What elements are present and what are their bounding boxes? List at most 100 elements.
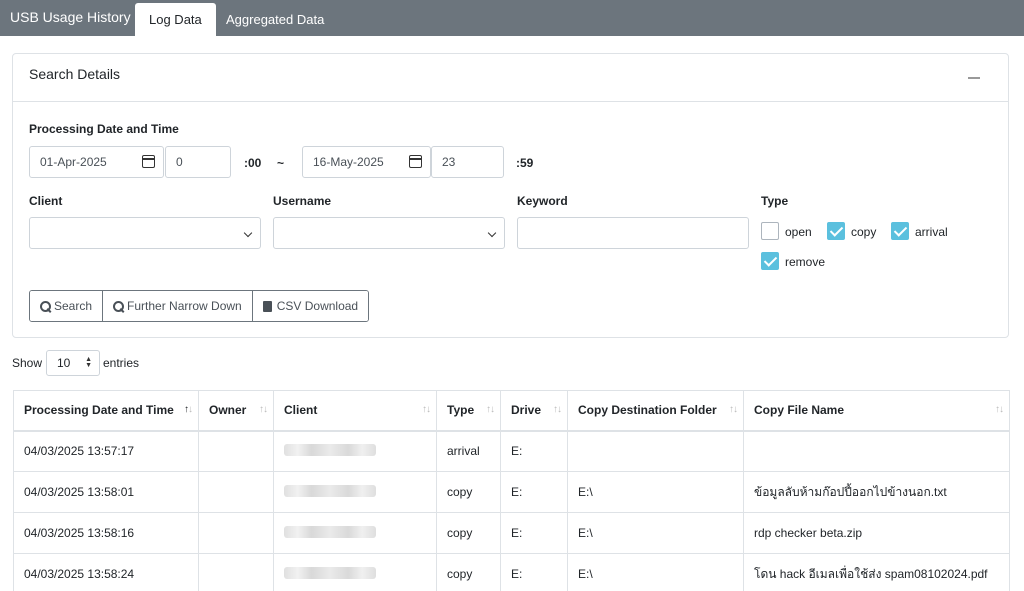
- sort-icon: ↑↓: [553, 404, 562, 415]
- updown-icon: ▲ ▼: [85, 356, 92, 369]
- cell-type: copy: [436, 471, 501, 513]
- cell-drive: E:: [500, 471, 568, 513]
- narrow-down-button[interactable]: Further Narrow Down: [103, 291, 253, 321]
- type-copy-label: copy: [851, 225, 877, 239]
- entries-select[interactable]: 10 ▲ ▼: [46, 350, 100, 376]
- cell-file: rdp checker beta.zip: [743, 512, 1010, 554]
- sort-icon: ↑↓: [729, 404, 738, 415]
- cell-file: โดน hack อีเมลเพื่อใช้ส่ง spam08102024.p…: [743, 553, 1010, 591]
- type-open-checkbox[interactable]: [761, 222, 779, 240]
- sort-icon: ↑↓: [422, 404, 431, 415]
- col-label: Drive: [511, 403, 542, 418]
- type-arrival-label: arrival: [915, 225, 948, 239]
- date-label: Processing Date and Time: [29, 122, 179, 136]
- type-copy-checkbox[interactable]: [827, 222, 845, 240]
- entries-label: entries: [103, 356, 140, 370]
- username-select[interactable]: [273, 217, 505, 249]
- tab-log-data[interactable]: Log Data: [135, 3, 216, 36]
- type-open-label: open: [785, 225, 812, 239]
- cell-type: copy: [436, 553, 501, 591]
- col-client[interactable]: Client ↑↓: [273, 390, 437, 432]
- csv-download-button[interactable]: CSV Download: [252, 291, 369, 321]
- table-header-row: Processing Date and Time ↑↓ Owner ↑↓ Clien…: [13, 390, 1010, 432]
- col-type[interactable]: Type ↑↓: [436, 390, 501, 432]
- cell-owner: [198, 553, 274, 591]
- col-label: Copy Destination Folder: [578, 403, 717, 418]
- sort-icon: ↑↓: [995, 404, 1004, 415]
- username-label: Username: [273, 194, 332, 208]
- card-title: Search Details: [29, 66, 121, 82]
- search-button-label: Search: [54, 299, 93, 313]
- cell-type: arrival: [436, 430, 501, 472]
- cell-folder: E:\: [567, 471, 744, 513]
- zoom-plus-icon: [113, 300, 125, 312]
- show-label: Show: [12, 356, 43, 370]
- table-row[interactable]: 04/03/2025 13:58:01 copy E: E:\ ข้อมูลลั…: [13, 471, 1010, 513]
- entries-value: 10: [57, 356, 71, 370]
- from-minute-suffix: :00: [244, 156, 262, 170]
- app-title: USB Usage History: [10, 9, 131, 25]
- to-date-input[interactable]: 16-May-2025: [302, 146, 431, 178]
- cell-datetime: 04/03/2025 13:58:16: [13, 512, 199, 554]
- table-row[interactable]: 04/03/2025 13:58:24 copy E: E:\ โดน hack…: [13, 553, 1010, 591]
- from-date-value: 01-Apr-2025: [40, 155, 107, 169]
- cell-client: [273, 512, 437, 554]
- col-drive[interactable]: Drive ↑↓: [500, 390, 568, 432]
- cell-owner: [198, 471, 274, 513]
- search-button-group: Search Further Narrow Down CSV Download: [29, 290, 370, 322]
- card-header: Search Details: [13, 54, 1008, 102]
- calendar-icon[interactable]: [142, 155, 155, 168]
- col-label: Owner: [209, 403, 247, 418]
- cell-folder: E:\: [567, 553, 744, 591]
- col-copy-file-name[interactable]: Copy File Name ↑↓: [743, 390, 1010, 432]
- range-separator: ~: [277, 156, 285, 170]
- cell-type: copy: [436, 512, 501, 554]
- tab-aggregated-data[interactable]: Aggregated Data: [212, 3, 338, 36]
- search-button[interactable]: Search: [30, 291, 104, 321]
- redacted-client: [284, 443, 376, 456]
- from-date-input[interactable]: 01-Apr-2025: [29, 146, 164, 178]
- client-select[interactable]: [29, 217, 261, 249]
- type-label: Type: [761, 194, 789, 208]
- type-arrival-checkbox[interactable]: [891, 222, 909, 240]
- from-hour-value: 0: [176, 155, 183, 169]
- cell-drive: E:: [500, 430, 568, 472]
- to-hour-input[interactable]: 23: [431, 146, 504, 178]
- cell-datetime: 04/03/2025 13:57:17: [13, 430, 199, 472]
- col-label: Type: [447, 403, 475, 418]
- cell-client: [273, 471, 437, 513]
- chevron-down-icon: [487, 228, 497, 238]
- table-row[interactable]: 04/03/2025 13:57:17 arrival E:: [13, 430, 1010, 472]
- col-copy-destination[interactable]: Copy Destination Folder ↑↓: [567, 390, 744, 432]
- narrow-down-button-label: Further Narrow Down: [127, 299, 242, 313]
- from-hour-input[interactable]: 0: [165, 146, 231, 178]
- calendar-icon[interactable]: [409, 155, 422, 168]
- collapse-icon[interactable]: [968, 77, 980, 79]
- type-remove-checkbox[interactable]: [761, 252, 779, 270]
- cell-datetime: 04/03/2025 13:58:01: [13, 471, 199, 513]
- search-icon: [40, 300, 51, 312]
- cell-folder: E:\: [567, 512, 744, 554]
- to-date-value: 16-May-2025: [313, 155, 384, 169]
- keyword-label: Keyword: [517, 194, 568, 208]
- csv-download-button-label: CSV Download: [276, 299, 359, 313]
- col-processing-datetime[interactable]: Processing Date and Time ↑↓: [13, 390, 199, 432]
- cell-file: ข้อมูลลับห้ามก๊อปปี้ออกไปข้างนอก.txt: [743, 471, 1010, 513]
- col-label: Client: [284, 403, 318, 418]
- col-owner[interactable]: Owner ↑↓: [198, 390, 274, 432]
- log-table: Processing Date and Time ↑↓ Owner ↑↓ Clien…: [13, 390, 1010, 591]
- keyword-input[interactable]: [517, 217, 749, 249]
- cell-owner: [198, 512, 274, 554]
- cell-drive: E:: [500, 512, 568, 554]
- table-row[interactable]: 04/03/2025 13:58:16 copy E: E:\ rdp chec…: [13, 512, 1010, 554]
- sort-asc-icon: ↑↓: [184, 404, 193, 415]
- col-label: Processing Date and Time: [24, 403, 174, 418]
- type-remove-label: remove: [785, 255, 826, 269]
- redacted-client: [284, 566, 376, 579]
- sort-icon: ↑↓: [259, 404, 268, 415]
- redacted-client: [284, 525, 376, 538]
- chevron-down-icon: [243, 228, 253, 238]
- cell-owner: [198, 430, 274, 472]
- cell-file: [743, 430, 1010, 472]
- cell-folder: [567, 430, 744, 472]
